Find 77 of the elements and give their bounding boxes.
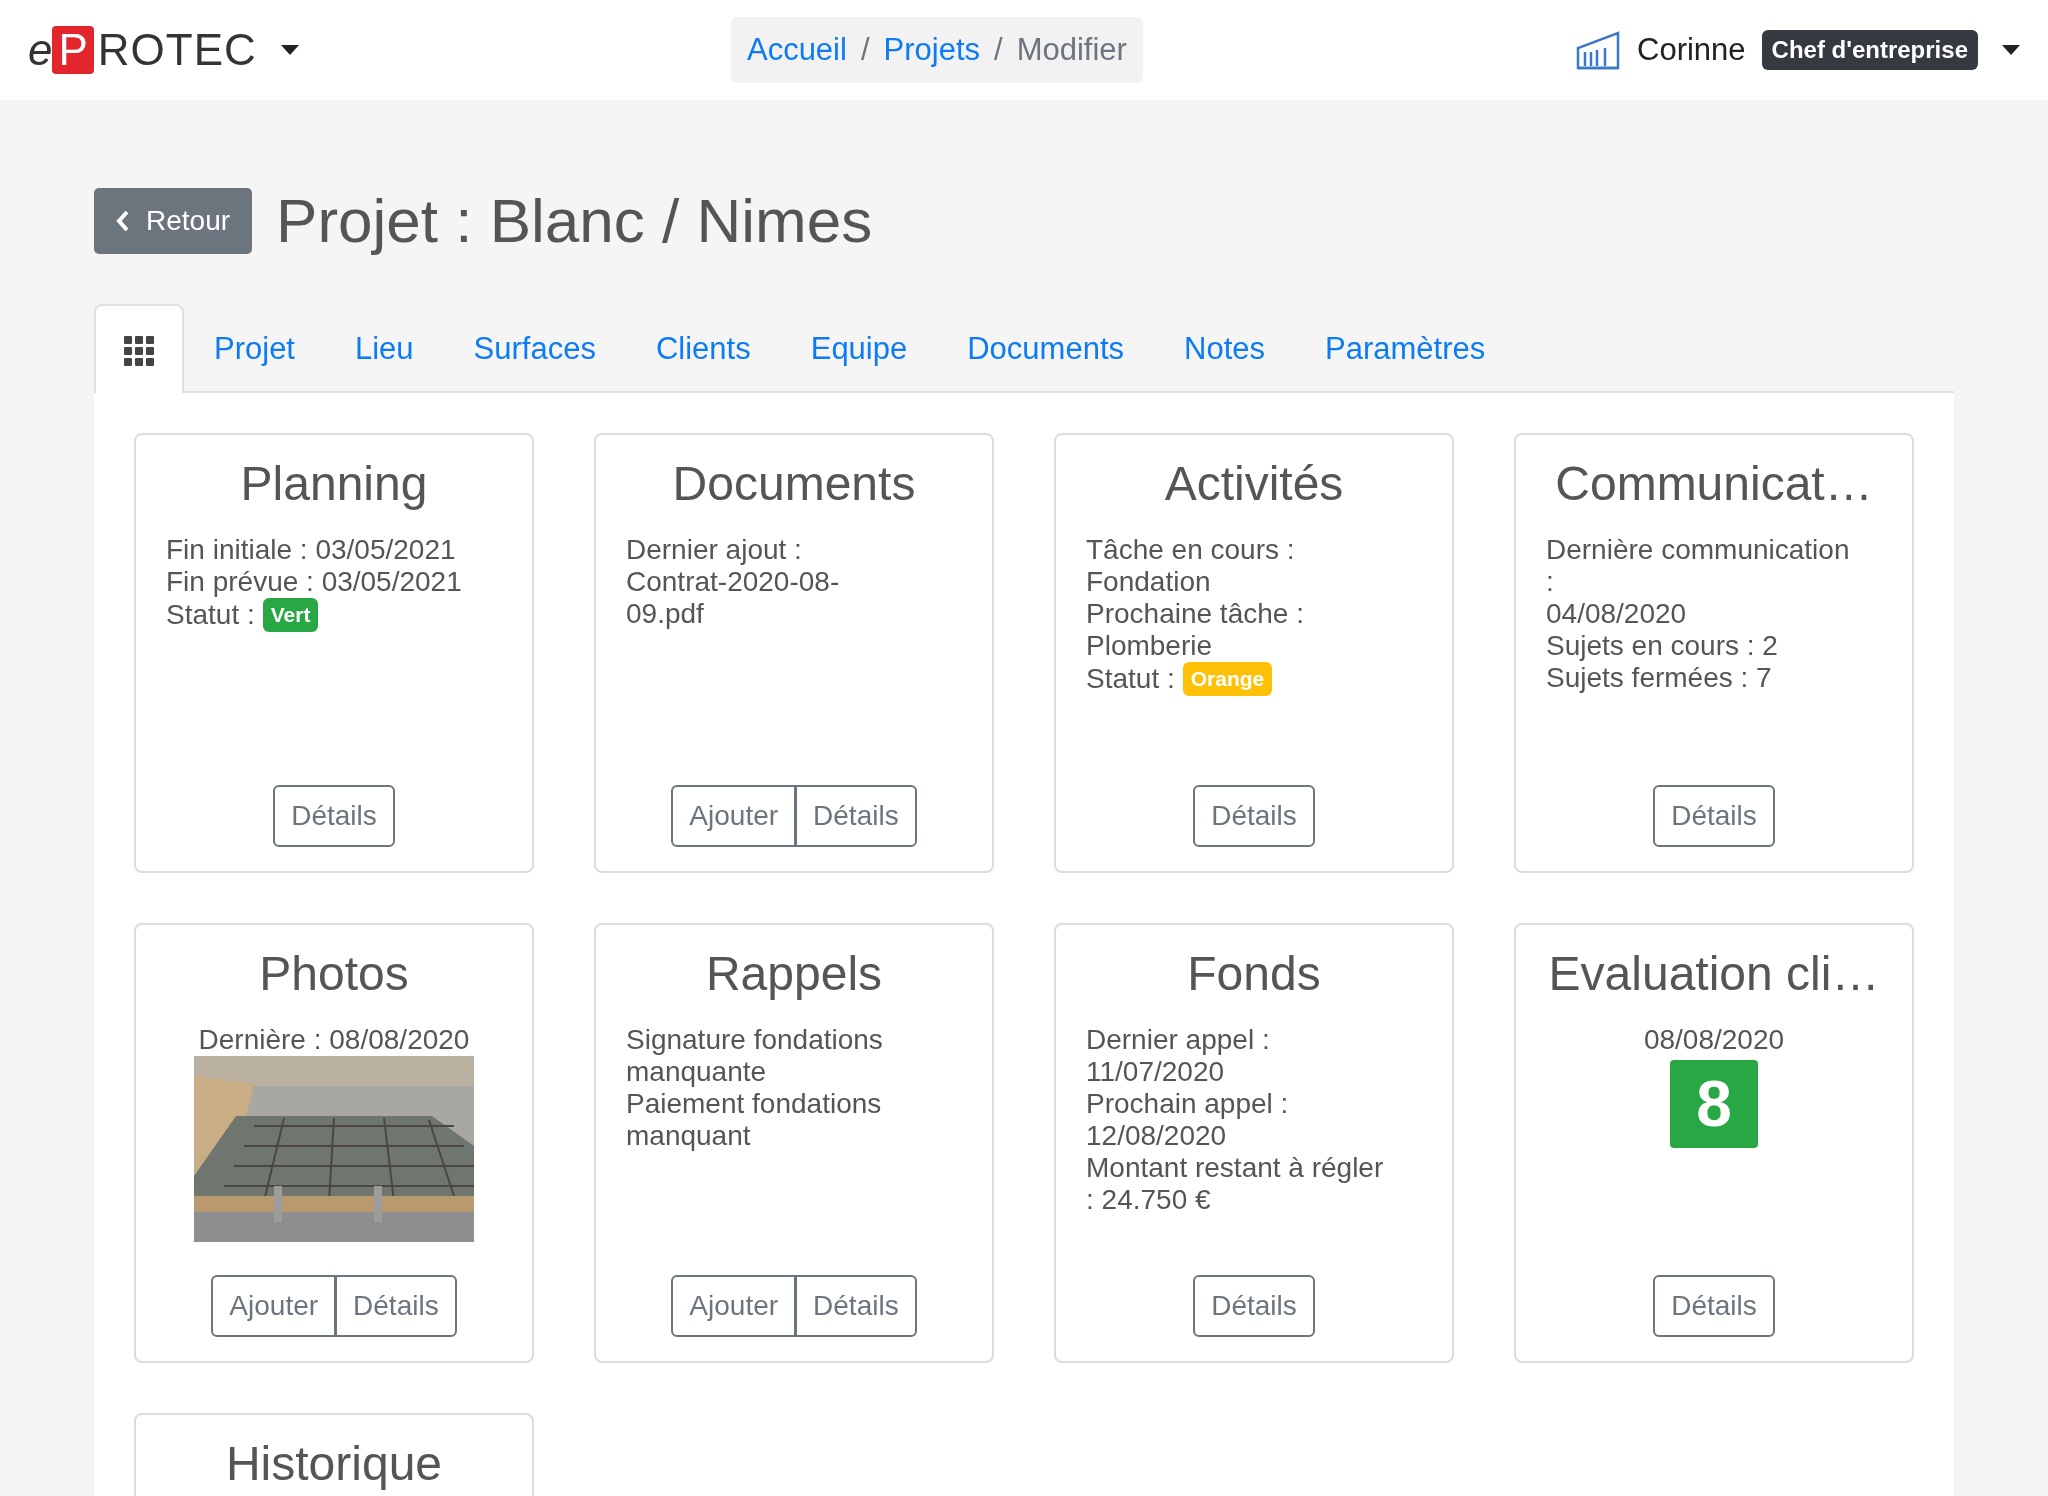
card-button[interactable]: Détails — [1193, 1274, 1315, 1337]
card-title: Historique — [225, 1435, 443, 1492]
tab[interactable]: Equipe — [780, 304, 938, 393]
card-title: Documents — [672, 455, 916, 512]
breadcrumb-separator: / — [860, 30, 870, 69]
grid-tab[interactable] — [94, 304, 184, 393]
card-text: Statut : — [1086, 663, 1175, 696]
card-text: Prochaine tâche : — [1086, 598, 1304, 631]
score-badge: 8 — [1670, 1060, 1758, 1149]
grid-icon — [124, 336, 154, 367]
card-text: Dernier ajout : — [626, 534, 802, 567]
card-text: : 24.750 € — [1086, 1184, 1211, 1217]
status-badge: Orange — [1182, 662, 1273, 697]
card-text: Fin initiale : 03/05/2021 — [166, 534, 456, 567]
card-text: Dernier appel : — [1086, 1024, 1270, 1057]
card-text: : — [1546, 566, 1554, 599]
caret-icon[interactable] — [280, 45, 299, 55]
card-button[interactable]: Détails — [273, 784, 395, 847]
card-title: Evaluation cli… — [1548, 945, 1880, 1002]
page-title: Projet : Blanc / Nimes — [276, 185, 873, 257]
card-title: Planning — [240, 455, 428, 512]
role-badge: Chef d'entreprise — [1761, 30, 1978, 70]
breadcrumb-current: Modifier — [1016, 30, 1127, 69]
tab[interactable]: Surfaces — [443, 304, 626, 393]
caret-icon[interactable] — [2002, 45, 2020, 55]
breadcrumb-link[interactable]: Projets — [883, 26, 980, 74]
card-title: Fonds — [1187, 945, 1321, 1002]
tab[interactable]: Notes — [1154, 304, 1295, 393]
card-text: Fondation — [1086, 566, 1211, 599]
card-title: Activités — [1164, 455, 1344, 512]
tab[interactable]: Clients — [625, 304, 781, 393]
card-text: Signature fondations — [626, 1024, 883, 1057]
tab[interactable]: Lieu — [325, 304, 444, 393]
card-title: Photos — [259, 945, 409, 1002]
breadcrumb-link[interactable]: Accueil — [746, 26, 847, 74]
back-button[interactable]: Retour — [94, 188, 253, 255]
logo-letter: e — [28, 24, 53, 76]
card-button[interactable]: Détails — [1653, 784, 1775, 847]
card-text: manquante — [626, 1056, 767, 1089]
card-text: Sujets en cours : 2 — [1546, 630, 1778, 663]
card-text: 11/07/2020 — [1086, 1056, 1225, 1089]
card-title: Communicat… — [1555, 455, 1873, 512]
card-button[interactable]: Détails — [795, 784, 917, 847]
card-text: Fin prévue : 03/05/2021 — [166, 566, 462, 599]
card-button[interactable]: Détails — [335, 1274, 457, 1337]
breadcrumb-separator: / — [994, 30, 1003, 69]
tab[interactable]: Projet — [184, 304, 325, 393]
card-text: Paiement fondations — [626, 1088, 882, 1121]
card-text: Sujets fermées : 7 — [1546, 662, 1772, 695]
card-button[interactable]: Ajouter — [211, 1274, 337, 1337]
card-title: Rappels — [705, 945, 883, 1002]
card-text: Contrat-2020-08- — [626, 566, 840, 599]
card-button[interactable]: Détails — [1193, 784, 1315, 847]
user-name: Corinne — [1637, 30, 1746, 69]
card-text: 04/08/2020 — [1546, 598, 1687, 631]
card-text: Statut : — [166, 599, 255, 632]
card-text: Dernière communication — [1546, 534, 1850, 567]
logo-mark: P — [52, 26, 94, 74]
card-text: 09.pdf — [626, 598, 704, 631]
card-button[interactable]: Détails — [1653, 1274, 1775, 1337]
status-badge: Vert — [262, 598, 319, 633]
card-button[interactable]: Ajouter — [671, 784, 797, 847]
card-text: Dernière : 08/08/2020 — [198, 1024, 470, 1057]
card-text: Montant restant à régler — [1086, 1152, 1384, 1185]
tab[interactable]: Paramètres — [1295, 304, 1516, 393]
building-icon — [1575, 30, 1621, 70]
card-text: manquant — [626, 1120, 751, 1153]
logo-text: ROTEC — [97, 24, 257, 76]
chevron-left-icon — [116, 210, 130, 233]
card-text: Tâche en cours : — [1086, 534, 1295, 567]
card-text: Prochain appel : — [1086, 1088, 1289, 1121]
card-text: Plomberie — [1086, 630, 1213, 663]
card-button[interactable]: Détails — [795, 1274, 917, 1337]
card-text: 12/08/2020 — [1086, 1120, 1227, 1153]
card-button[interactable]: Ajouter — [671, 1274, 797, 1337]
tab[interactable]: Documents — [937, 304, 1155, 393]
card-text: 08/08/2020 — [1643, 1024, 1785, 1057]
